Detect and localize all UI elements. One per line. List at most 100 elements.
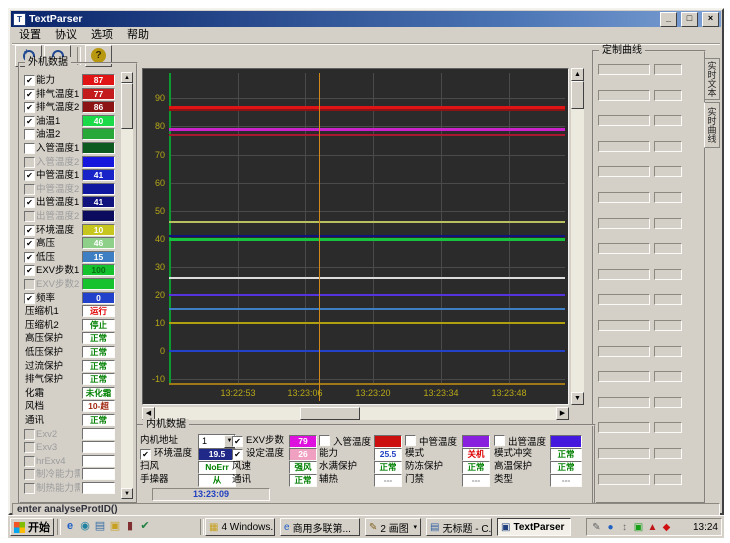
checkbox-出管温度[interactable] <box>494 435 505 446</box>
indoor-label-能力: 能力 <box>319 448 338 460</box>
indoor-address-dropdown[interactable]: 1▼ <box>198 434 236 449</box>
value-badge-EXV步数1: 100 <box>82 264 115 276</box>
outdoor-label-过流保护: 过流保护 <box>25 360 63 373</box>
side-tab-实时文本[interactable]: 实时文本 <box>704 58 720 100</box>
hscroll-thumb[interactable] <box>300 407 360 420</box>
indoor-value-能力: 25.5 <box>374 448 402 461</box>
indoor-value-扫风: NoErr <box>198 461 236 474</box>
checkbox-设定温度[interactable]: ✔ <box>232 449 243 460</box>
checkbox-频率[interactable]: ✔ <box>24 293 35 304</box>
checkbox-EXV步数1[interactable]: ✔ <box>24 265 35 276</box>
menu-item-选项[interactable]: 选项 <box>84 28 120 42</box>
checkbox-排气温度1[interactable]: ✔ <box>24 89 35 100</box>
volume-icon[interactable]: ● <box>604 522 617 533</box>
show-desktop-icon[interactable]: ▤ <box>93 519 107 534</box>
chart-horizontal-scrollbar[interactable]: ◀ ▶ <box>142 407 569 420</box>
y-tick-label: 0 <box>143 346 165 356</box>
media-player-icon[interactable]: ▣ <box>108 519 122 534</box>
task-label: TextParser <box>513 522 564 533</box>
menu-item-协议[interactable]: 协议 <box>48 28 84 42</box>
outlook-icon[interactable]: ◉ <box>78 519 92 534</box>
network-icon[interactable]: ▣ <box>632 522 645 533</box>
checkbox-入管温度2 <box>24 157 35 168</box>
minimize-button[interactable]: _ <box>660 12 677 27</box>
scroll-right-icon[interactable]: ▶ <box>556 407 569 420</box>
checkbox-环境温度[interactable]: ✔ <box>140 449 151 460</box>
task-button-无标题 - C...[interactable]: ▤无标题 - C... <box>426 518 492 536</box>
outdoor-row-制冷能力需求: 制冷能力需求 <box>20 468 118 481</box>
ie-icon[interactable]: e <box>63 519 77 534</box>
ime-icon[interactable]: ◆ <box>660 522 673 533</box>
checkbox-出管温度1[interactable]: ✔ <box>24 197 35 208</box>
scroll-up-icon[interactable]: ▲ <box>121 72 133 83</box>
indoor-label-环境温度: ✔环境温度 <box>140 448 192 460</box>
checkbox-入管温度1[interactable] <box>24 143 35 154</box>
checkbox-油温1[interactable]: ✔ <box>24 116 35 127</box>
outdoor-scrollbar[interactable]: ▲ ▼ <box>121 72 133 499</box>
chart-vertical-scrollbar[interactable]: ▲ ▼ <box>571 68 584 405</box>
outdoor-label-压缩机2: 压缩机2 <box>25 319 59 332</box>
restore-button[interactable]: □ <box>681 12 698 27</box>
document-icon: ▤ <box>430 522 439 533</box>
outdoor-row-排气温度1: ✔排气温度177 <box>20 88 118 101</box>
indoor-label-出管温度: 出管温度 <box>494 435 546 449</box>
scroll-down-icon[interactable]: ▼ <box>571 392 584 405</box>
desktop: T TextParser _ □ × 设置协议选项帮助 + ? <box>8 8 724 537</box>
start-button[interactable]: 开始 <box>10 518 54 536</box>
outdoor-label-出管温度1: 出管温度1 <box>36 196 79 209</box>
task-button-TextParser[interactable]: ▣TextParser <box>497 518 571 536</box>
indoor-label-设定温度: ✔设定温度 <box>232 448 284 460</box>
curve-value-field <box>654 192 682 203</box>
x-tick-label: 13:22:53 <box>208 388 268 398</box>
side-tab-实时曲线[interactable]: 实时曲线 <box>704 102 720 148</box>
curve-value-field <box>654 90 682 101</box>
checkbox-入管温度[interactable] <box>319 435 330 446</box>
vscroll-thumb[interactable] <box>571 81 584 109</box>
scroll-up-icon[interactable]: ▲ <box>571 68 584 81</box>
lock-icon[interactable]: ▮ <box>123 519 137 534</box>
indoor-value-模式冲突: 正常 <box>550 448 582 461</box>
task-button-4 Windows...[interactable]: ▦4 Windows...▾ <box>205 518 275 536</box>
checkbox-环境温度[interactable]: ✔ <box>24 225 35 236</box>
outdoor-label-制冷能力需求: 制冷能力需求 <box>36 468 80 481</box>
checkbox-排气温度2[interactable]: ✔ <box>24 102 35 113</box>
time-cursor-line[interactable] <box>319 73 320 401</box>
checkbox-油温2[interactable] <box>24 129 35 140</box>
checkbox-hrExv4 <box>24 456 35 467</box>
indoor-value-门禁: --- <box>462 474 490 487</box>
safely-remove-icon[interactable]: ↕ <box>618 522 631 533</box>
outdoor-label-EXV步数1: EXV步数1 <box>36 264 79 277</box>
indoor-label-EXV步数: ✔EXV步数 <box>232 435 284 447</box>
task-button-商用多联第...[interactable]: e商用多联第... <box>280 518 360 536</box>
task-button-2 画图[interactable]: ✎2 画图▾ <box>365 518 421 536</box>
menu-item-帮助[interactable]: 帮助 <box>120 28 156 42</box>
antivirus-icon[interactable]: ▲ <box>646 522 659 533</box>
pen-input-icon[interactable]: ✎ <box>590 522 603 533</box>
checkbox-制冷能力需求 <box>24 469 35 480</box>
gridline-h <box>169 379 565 380</box>
checkbox-中管温度[interactable] <box>405 435 416 446</box>
menu-item-设置[interactable]: 设置 <box>12 28 48 42</box>
checkbox-能力[interactable]: ✔ <box>24 75 35 86</box>
scroll-thumb[interactable] <box>121 83 133 129</box>
outdoor-label-频率: 频率 <box>36 292 55 305</box>
outdoor-row-出管温度1: ✔出管温度141 <box>20 196 118 209</box>
chevron-down-icon[interactable]: ▾ <box>413 523 417 531</box>
checkbox-中管温度1[interactable]: ✔ <box>24 170 35 181</box>
indoor-label-模式: 模式 <box>405 448 424 460</box>
checkbox-低压[interactable]: ✔ <box>24 252 35 263</box>
plus-glyph: + <box>24 47 29 56</box>
messenger-icon[interactable]: ✔ <box>138 519 152 534</box>
outdoor-row-入管温度2: 入管温度2 <box>20 156 118 169</box>
checkbox-EXV步数[interactable]: ✔ <box>232 436 243 447</box>
outdoor-row-Exv3: Exv3 <box>20 441 118 454</box>
outdoor-row-排气温度2: ✔排气温度286 <box>20 101 118 114</box>
checkbox-高压[interactable]: ✔ <box>24 238 35 249</box>
dropdown-value: 1 <box>199 435 224 448</box>
title-bar[interactable]: T TextParser _ □ × <box>11 11 721 27</box>
menu-bar: 设置协议选项帮助 <box>12 28 720 42</box>
outdoor-label-入管温度1: 入管温度1 <box>36 142 79 155</box>
close-button[interactable]: × <box>702 12 719 27</box>
indoor-label-辅热: 辅热 <box>319 474 338 486</box>
scroll-down-icon[interactable]: ▼ <box>121 488 133 499</box>
